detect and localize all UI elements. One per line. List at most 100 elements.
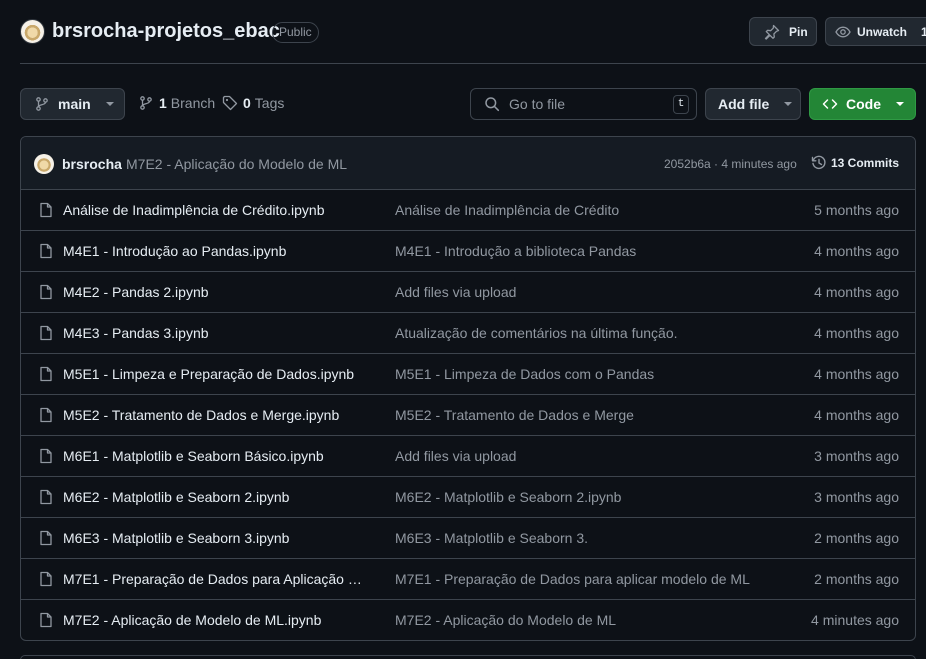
file-list: Análise de Inadimplência de Crédito.ipyn… (21, 190, 915, 640)
unwatch-label: Unwatch (857, 24, 908, 39)
file-commit-message[interactable]: M5E1 - Limpeza de Dados com o Pandas (395, 366, 654, 382)
pin-label: Pin (789, 24, 808, 39)
file-row[interactable]: M6E3 - Matplotlib e Seaborn 3.ipynb M6E3 … (21, 518, 915, 559)
file-commit-date: 4 months ago (814, 407, 899, 423)
file-commit-message[interactable]: M7E1 - Preparação de Dados para aplicar … (395, 571, 750, 587)
unwatch-button[interactable]: Unwatch 1 (825, 17, 926, 46)
history-icon (811, 155, 827, 171)
code-label: Code (846, 96, 881, 112)
visibility-badge: Public (272, 22, 319, 43)
branch-name: main (58, 96, 91, 112)
file-row[interactable]: Análise de Inadimplência de Crédito.ipyn… (21, 190, 915, 231)
file-row[interactable]: M7E2 - Aplicação de Modelo de ML.ipynb M7… (21, 600, 915, 640)
header-divider (20, 63, 926, 64)
file-commit-date: 4 months ago (814, 325, 899, 341)
file-commit-message[interactable]: M4E1 - Introdução a biblioteca Pandas (395, 243, 636, 259)
file-row[interactable]: M5E2 - Tratamento de Dados e Merge.ipynb… (21, 395, 915, 436)
file-row[interactable]: M6E2 - Matplotlib e Seaborn 2.ipynb M6E2 … (21, 477, 915, 518)
file-name-link[interactable]: M4E3 - Pandas 3.ipynb (63, 325, 363, 341)
file-icon (38, 407, 54, 423)
file-name-link[interactable]: Análise de Inadimplência de Crédito.ipyn… (63, 202, 363, 218)
file-commit-message[interactable]: M7E2 - Aplicação do Modelo de ML (395, 612, 616, 628)
file-icon (38, 366, 54, 382)
search-icon (484, 96, 500, 112)
file-table: brsrocha M7E2 - Aplicação do Modelo de M… (20, 136, 916, 641)
go-to-file-search[interactable]: t (470, 88, 697, 120)
chevron-down-icon (783, 101, 793, 107)
branch-selector[interactable]: main (20, 88, 125, 120)
commit-hash-time[interactable]: 2052b6a · 4 minutes ago (664, 157, 797, 171)
branch-icon (138, 95, 154, 111)
file-commit-date: 3 months ago (814, 448, 899, 464)
file-name-link[interactable]: M4E2 - Pandas 2.ipynb (63, 284, 363, 300)
tags-link[interactable]: 0 Tags (222, 95, 284, 111)
file-commit-message[interactable]: M6E2 - Matplotlib e Seaborn 2.ipynb (395, 489, 621, 505)
file-commit-message[interactable]: M5E2 - Tratamento de Dados e Merge (395, 407, 634, 423)
pin-icon (764, 24, 780, 40)
file-name-link[interactable]: M6E2 - Matplotlib e Seaborn 2.ipynb (63, 489, 363, 505)
file-row[interactable]: M4E1 - Introdução ao Pandas.ipynb M4E1 - … (21, 231, 915, 272)
commit-author-avatar[interactable] (34, 154, 54, 174)
file-row[interactable]: M4E2 - Pandas 2.ipynb Add files via uploa… (21, 272, 915, 313)
file-row[interactable]: M6E1 - Matplotlib e Seaborn Básico.ipynb… (21, 436, 915, 477)
file-icon (38, 571, 54, 587)
tag-icon (222, 95, 238, 111)
chevron-down-icon (895, 101, 905, 107)
file-name-link[interactable]: M6E1 - Matplotlib e Seaborn Básico.ipynb (63, 448, 363, 464)
file-row[interactable]: M5E1 - Limpeza e Preparação de Dados.ipy… (21, 354, 915, 395)
branch-count: 1 (159, 95, 167, 111)
file-commit-date: 5 months ago (814, 202, 899, 218)
repo-name[interactable]: brsrocha-projetos_ebac (52, 20, 280, 43)
add-file-label: Add file (718, 96, 770, 112)
file-name-link[interactable]: M7E2 - Aplicação de Modelo de ML.ipynb (63, 612, 363, 628)
file-icon (38, 489, 54, 505)
chevron-down-icon (105, 101, 115, 107)
tag-label: Tags (254, 95, 285, 111)
code-icon (822, 96, 838, 112)
watch-count: 1 (921, 24, 926, 39)
branch-icon (34, 96, 50, 112)
branch-label: Branch (170, 95, 216, 111)
file-icon (38, 284, 54, 300)
file-icon (38, 530, 54, 546)
file-commit-date: 4 months ago (814, 284, 899, 300)
commit-author[interactable]: brsrocha (62, 156, 122, 172)
search-input[interactable] (509, 96, 659, 112)
file-commit-message[interactable]: Análise de Inadimplência de Crédito (395, 202, 619, 218)
file-commit-date: 4 months ago (814, 243, 899, 259)
file-row[interactable]: M7E1 - Preparação de Dados para Aplicaçã… (21, 559, 915, 600)
tag-count: 0 (243, 95, 251, 111)
file-name-link[interactable]: M5E1 - Limpeza e Preparação de Dados.ipy… (63, 366, 363, 382)
file-name-link[interactable]: M5E2 - Tratamento de Dados e Merge.ipynb (63, 407, 363, 423)
file-commit-date: 2 months ago (814, 571, 899, 587)
file-commit-date: 4 months ago (814, 366, 899, 382)
file-icon (38, 325, 54, 341)
file-commit-message[interactable]: Atualização de comentários na última fun… (395, 325, 678, 341)
commits-count: 13 Commits (831, 156, 900, 170)
file-row[interactable]: M4E3 - Pandas 3.ipynb Atualização de come… (21, 313, 915, 354)
file-name-link[interactable]: M6E3 - Matplotlib e Seaborn 3.ipynb (63, 530, 363, 546)
repo-header: brsrocha-projetos_ebac Public Pin Unwatc… (0, 0, 926, 64)
file-commit-message[interactable]: Add files via upload (395, 284, 516, 300)
file-icon (38, 448, 54, 464)
add-file-button[interactable]: Add file (705, 88, 801, 120)
file-name-link[interactable]: M7E1 - Preparação de Dados para Aplicaçã… (63, 571, 363, 587)
latest-commit-bar: brsrocha M7E2 - Aplicação do Modelo de M… (21, 137, 915, 190)
readme-panel (20, 655, 916, 659)
file-commit-date: 4 minutes ago (811, 612, 899, 628)
branches-link[interactable]: 1 Branch (138, 95, 215, 111)
keyboard-shortcut-hint: t (673, 95, 689, 114)
file-commit-message[interactable]: Add files via upload (395, 448, 516, 464)
file-commit-date: 3 months ago (814, 489, 899, 505)
file-commit-message[interactable]: M6E3 - Matplotlib e Seaborn 3. (395, 530, 588, 546)
owner-avatar[interactable] (20, 19, 45, 44)
code-button[interactable]: Code (809, 88, 916, 120)
commits-history-link[interactable]: 13 Commits (811, 155, 899, 171)
commit-message[interactable]: M7E2 - Aplicação do Modelo de ML (126, 156, 347, 172)
file-name-link[interactable]: M4E1 - Introdução ao Pandas.ipynb (63, 243, 363, 259)
file-commit-date: 2 months ago (814, 530, 899, 546)
file-icon (38, 243, 54, 259)
pin-button[interactable]: Pin (749, 17, 817, 46)
eye-icon (835, 24, 851, 40)
file-icon (38, 202, 54, 218)
